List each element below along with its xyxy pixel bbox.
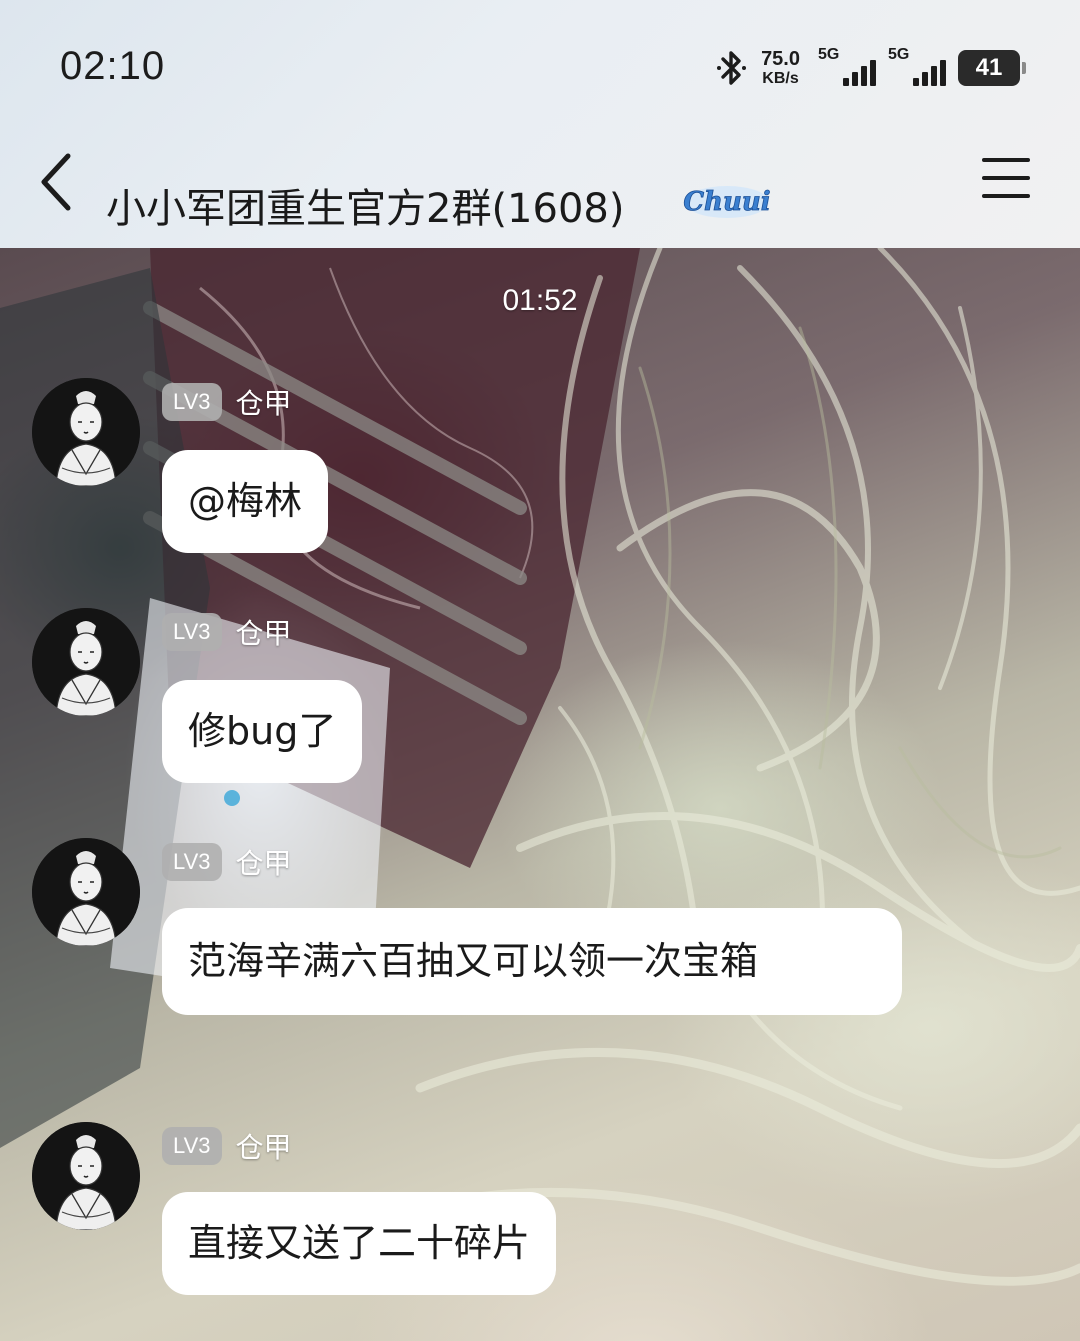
chat-area[interactable]: 01:52 LV3 仓甲 @梅林 LV3 仓甲 修bug了 LV3 仓甲 范海辛… — [0, 248, 1080, 1341]
menu-button[interactable] — [982, 158, 1030, 206]
status-time: 02:10 — [60, 44, 166, 88]
message-bubble[interactable]: @梅林 — [162, 450, 329, 554]
battery-icon: 41 — [958, 50, 1026, 86]
message-bubble[interactable]: 修bug了 — [162, 680, 363, 784]
avatar-image — [32, 1122, 140, 1230]
avatar-image — [32, 378, 140, 486]
menu-icon — [982, 158, 1030, 198]
sender-name[interactable]: 仓甲 — [236, 842, 292, 882]
message-bubble[interactable]: 范海辛满六百抽又可以领一次宝箱 — [162, 908, 902, 1016]
level-badge: LV3 — [162, 383, 222, 421]
sender-name[interactable]: 仓甲 — [236, 612, 292, 652]
back-icon — [41, 153, 71, 211]
badge-text: Chuui — [683, 187, 770, 217]
signal-icon-sim2: 5G — [888, 46, 946, 90]
level-badge: LV3 — [162, 613, 222, 651]
avatar[interactable] — [32, 378, 140, 486]
level-badge: LV3 — [162, 843, 222, 881]
sender-name[interactable]: 仓甲 — [236, 382, 292, 422]
signal-icon-sim1: 5G — [818, 46, 876, 90]
avatar-image — [32, 838, 140, 946]
back-button[interactable] — [34, 148, 84, 218]
status-icons: 75.0 KB/s 5G 5G 41 — [715, 44, 1026, 92]
time-separator: 01:52 — [502, 284, 578, 317]
battery-level: 41 — [975, 54, 1003, 81]
net-speed-unit: KB/s — [762, 70, 799, 87]
message-meta: LV3 仓甲 — [162, 842, 292, 882]
message-meta: LV3 仓甲 — [162, 1126, 292, 1166]
sim2-label: 5G — [888, 46, 910, 63]
sim1-label: 5G — [818, 46, 840, 63]
message-meta: LV3 仓甲 — [162, 612, 292, 652]
net-speed-value: 75.0 — [761, 48, 800, 70]
group-badge: Chuui — [683, 186, 771, 218]
group-title: 小小军团重生官方2群(1608) — [106, 186, 625, 232]
sender-name[interactable]: 仓甲 — [236, 1126, 292, 1166]
avatar[interactable] — [32, 608, 140, 716]
avatar[interactable] — [32, 838, 140, 946]
message-bubble[interactable]: 直接又送了二十碎片 — [162, 1192, 557, 1296]
network-speed: 75.0 KB/s — [761, 49, 800, 87]
avatar-image — [32, 608, 140, 716]
message-meta: LV3 仓甲 — [162, 382, 292, 422]
top-bar: 02:10 75.0 KB/s 5G 5G 41 小小军团重生官方2群(1608… — [0, 0, 1080, 248]
level-badge: LV3 — [162, 1127, 222, 1165]
avatar[interactable] — [32, 1122, 140, 1230]
bluetooth-icon — [717, 51, 747, 85]
